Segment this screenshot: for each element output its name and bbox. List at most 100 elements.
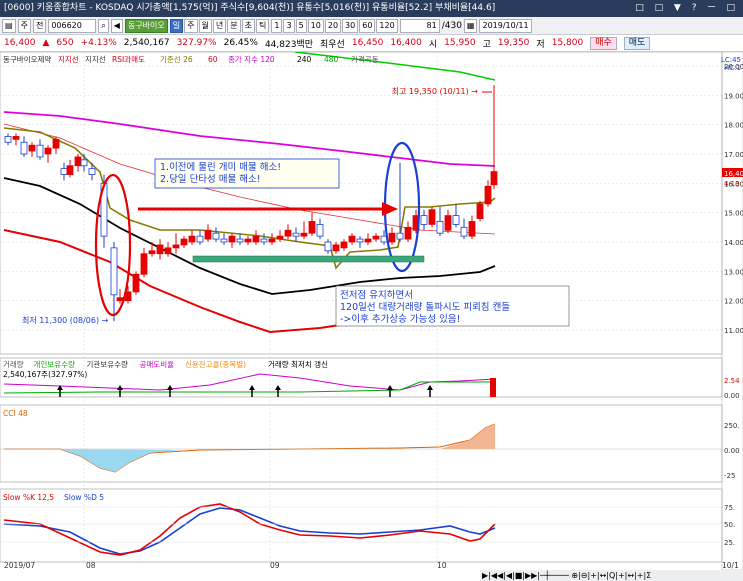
main-legend-item: 480 [324, 55, 339, 64]
candle-body [244, 238, 252, 243]
current-price: 16,400 [4, 38, 36, 48]
slow-k-legend: Slow %K 12,5 [3, 493, 54, 502]
cci-axis-label: 0.00 [724, 447, 740, 455]
volume-legend-item: 기관보유수량 [87, 359, 128, 369]
candle-body [228, 235, 236, 243]
current-price-tag: 16,40 [724, 170, 743, 178]
candle-body [172, 244, 180, 249]
menu-icon[interactable]: ▤ [2, 18, 16, 33]
interval-button-10[interactable]: 10 [307, 18, 324, 33]
volume-bar-last [490, 378, 496, 397]
candle-body [52, 138, 60, 149]
main-legend-item: 지지선 [58, 55, 79, 64]
candle-body [88, 168, 96, 175]
type-select[interactable]: 전 [32, 18, 47, 33]
interval-button-60[interactable]: 60 [359, 18, 376, 33]
navigation-bar[interactable]: ▶|◀◀|◀|■|▶▶|─┼──── ⊕|⊖|+|↔|Q|+|↔|+|Σ [480, 570, 743, 581]
total-label: /430 [441, 20, 462, 31]
cci-axis-label: -25 [724, 472, 735, 480]
high-annotation: 최고 19,350 (10/11) → [392, 86, 479, 96]
search-icon[interactable]: ⌕ [98, 18, 109, 33]
candle-body [60, 168, 68, 175]
note-1-line: 1.이전에 물린 개미 매물 해소! [160, 161, 281, 173]
interval-button-5[interactable]: 5 [295, 18, 307, 33]
slow-axis-label: 75. [724, 504, 735, 512]
main-legend-item: 지지선 [85, 55, 106, 64]
menu-label[interactable]: 주 [17, 18, 31, 33]
candle-body [316, 223, 324, 237]
candle-body [268, 238, 276, 243]
candle-body [196, 235, 204, 243]
chart-toolbar: ▤ 주 전 006620 ⌕ ◀ 동구바이오 일주월년분초틱 1 3 5 10 20 30… [0, 17, 743, 35]
candle-body [180, 238, 188, 246]
date-axis-label: 09 [270, 561, 280, 570]
prev-arrow-icon[interactable]: ◀ [110, 18, 123, 33]
volume-value: 2,540,167 [123, 38, 170, 48]
main-legend-item: RSI과매도 [112, 55, 145, 64]
buy-button[interactable]: 매수 [590, 36, 617, 50]
candle-body [28, 144, 36, 152]
change-up-icon: ▲ [42, 38, 50, 48]
slow-axis-label: 25. [724, 539, 735, 547]
note-1-line: 2.당일 단타성 매물 해소! [160, 173, 261, 185]
candle-body [388, 232, 396, 243]
tab-period-0[interactable]: 일 [169, 18, 184, 33]
candle-body [324, 241, 332, 252]
tab-period-3[interactable]: 년 [212, 18, 227, 33]
date-axis-label: 10 [437, 561, 447, 570]
low-annotation: 최저 11,300 (08/06) → [22, 315, 109, 325]
interval-button-30[interactable]: 30 [342, 18, 359, 33]
interval-button-1[interactable]: 1 [271, 18, 283, 33]
candle-body [436, 221, 444, 234]
interval-button-3[interactable]: 3 [283, 18, 295, 33]
volume-ratio: 327.97% [176, 38, 217, 48]
low-label: 저 [536, 39, 545, 50]
volume-axis-label: 0.00 [724, 392, 740, 400]
candle-body [148, 250, 156, 255]
hc-label: HC:1 [724, 64, 741, 72]
price-axis-label: 17.00 [724, 151, 743, 159]
tab-period-1[interactable]: 주 [184, 18, 198, 33]
window-controls[interactable]: □ □ ▼ ? ㅡ □ [635, 0, 739, 17]
candle-body [420, 215, 428, 225]
interval-button-20[interactable]: 20 [324, 18, 342, 33]
tab-period-6[interactable]: 틱 [256, 18, 270, 33]
date-input[interactable]: 2019/10/11 [479, 18, 532, 33]
main-legend-item: 동구바이오제약 [3, 54, 51, 64]
count-input[interactable]: 81 [399, 18, 440, 33]
current-pct-tag: 4.13 [724, 180, 740, 188]
note-2-line: 120일선 대량거래량 돌파시도 피뢰침 캔들 [340, 301, 510, 313]
calendar-icon[interactable]: ▦ [463, 18, 478, 33]
stock-code-input[interactable]: 006620 [48, 18, 97, 33]
price-change-pct: +4.13% [80, 38, 117, 48]
interval-button-120[interactable]: 120 [376, 18, 398, 33]
tab-period-2[interactable]: 월 [198, 18, 212, 33]
candle-body [404, 226, 412, 240]
price-axis-label: 14.00 [724, 239, 743, 247]
note-2-line: 전저점 유지하면서 [340, 289, 413, 301]
sell-button[interactable]: 매도 [623, 36, 651, 50]
open-label: 시 [428, 39, 438, 50]
tab-period-5[interactable]: 초 [241, 18, 256, 33]
tab-period-4[interactable]: 분 [227, 18, 241, 33]
volume-legend-item: 신용잔고율(종목별) [185, 359, 246, 369]
candle-body [476, 203, 484, 219]
price-axis-area [721, 52, 743, 570]
stock-name-field[interactable]: 동구바이오 [124, 18, 168, 33]
price-axis-label: 11.00 [724, 327, 743, 335]
candle-body [276, 235, 284, 240]
note-2-line: ->이후 추가상승 가능성 있음! [340, 313, 460, 325]
cci-axis-label: 250. [724, 422, 740, 430]
candle-body [300, 232, 308, 237]
volume-legend-item: 거래량 [3, 360, 24, 369]
period-tabs: 일주월년분초틱 [169, 18, 270, 33]
date-axis-label: 2019/07 [4, 561, 35, 570]
chart-area[interactable]: 20.0019.0018.0017.0016.0015.0014.0013.00… [0, 52, 743, 570]
window-title-bar: [0600] 키움종합차트 - KOSDAQ 시가총액[1,575(억)] 주식… [0, 0, 743, 17]
candle-body [252, 235, 260, 243]
candle-body [140, 253, 148, 275]
main-legend-item: 종가 지수 120 [228, 55, 275, 64]
candle-body [428, 209, 436, 225]
candle-body [484, 185, 492, 205]
candle-body [80, 159, 88, 167]
